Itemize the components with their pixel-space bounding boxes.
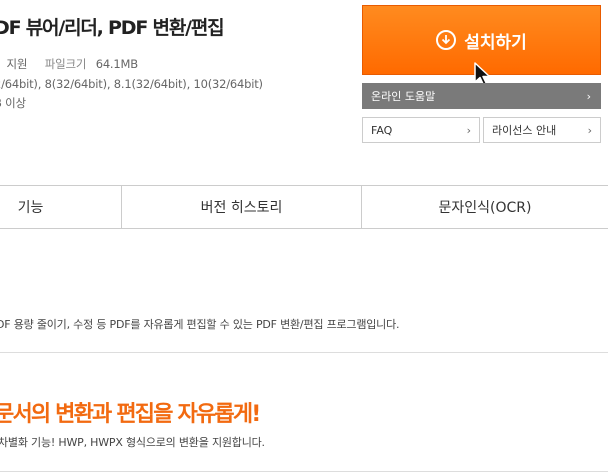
download-icon (436, 30, 457, 50)
product-meta-os: 2/64bit), 8(32/64bit), 8.1(32/64bit), 10… (0, 77, 263, 91)
meta-size-value: 64.1MB (95, 57, 138, 71)
faq-button[interactable]: FAQ › (362, 117, 480, 143)
feature-subtitle: 차별화 기능! HWP, HWPX 형식으로의 변환을 지원합니다. (0, 436, 265, 449)
tab-features[interactable]: 기능 (0, 186, 121, 228)
meta-size-label: 파일크기 (44, 57, 87, 71)
product-title: DF 뷰어/리더, PDF 변환/편집 (0, 17, 225, 39)
product-meta-support: l 지원 파일크기 64.1MB (0, 56, 144, 72)
install-button-label: 설치하기 (464, 32, 527, 53)
meta-support: 지원 (6, 57, 28, 71)
online-help-button[interactable]: 온라인 도움말 › (362, 83, 601, 109)
online-help-label: 온라인 도움말 (371, 90, 436, 103)
license-button[interactable]: 라이선스 안내 › (483, 117, 601, 143)
tab-ocr[interactable]: 문자인식(OCR) (361, 186, 608, 228)
feature-title: 문서의 변환과 편집을 자유롭게! (0, 402, 261, 427)
product-description: DF 용량 줄이기, 수정 등 PDF를 자유롭게 편집할 수 있는 PDF 변… (0, 318, 400, 331)
chevron-right-icon: › (587, 123, 592, 137)
faq-label: FAQ (371, 123, 393, 137)
tab-bar: 기능 버전 히스토리 문자인식(OCR) (0, 185, 608, 229)
license-label: 라이선스 안내 (492, 124, 557, 137)
product-meta-requirement: B 이상 (0, 96, 26, 110)
chevron-right-icon: › (586, 89, 591, 103)
product-header: DF 뷰어/리더, PDF 변환/편집 l 지원 파일크기 64.1MB 2/6… (0, 0, 608, 185)
chevron-right-icon: › (466, 123, 471, 137)
tab-version-history[interactable]: 버전 히스토리 (121, 186, 361, 228)
